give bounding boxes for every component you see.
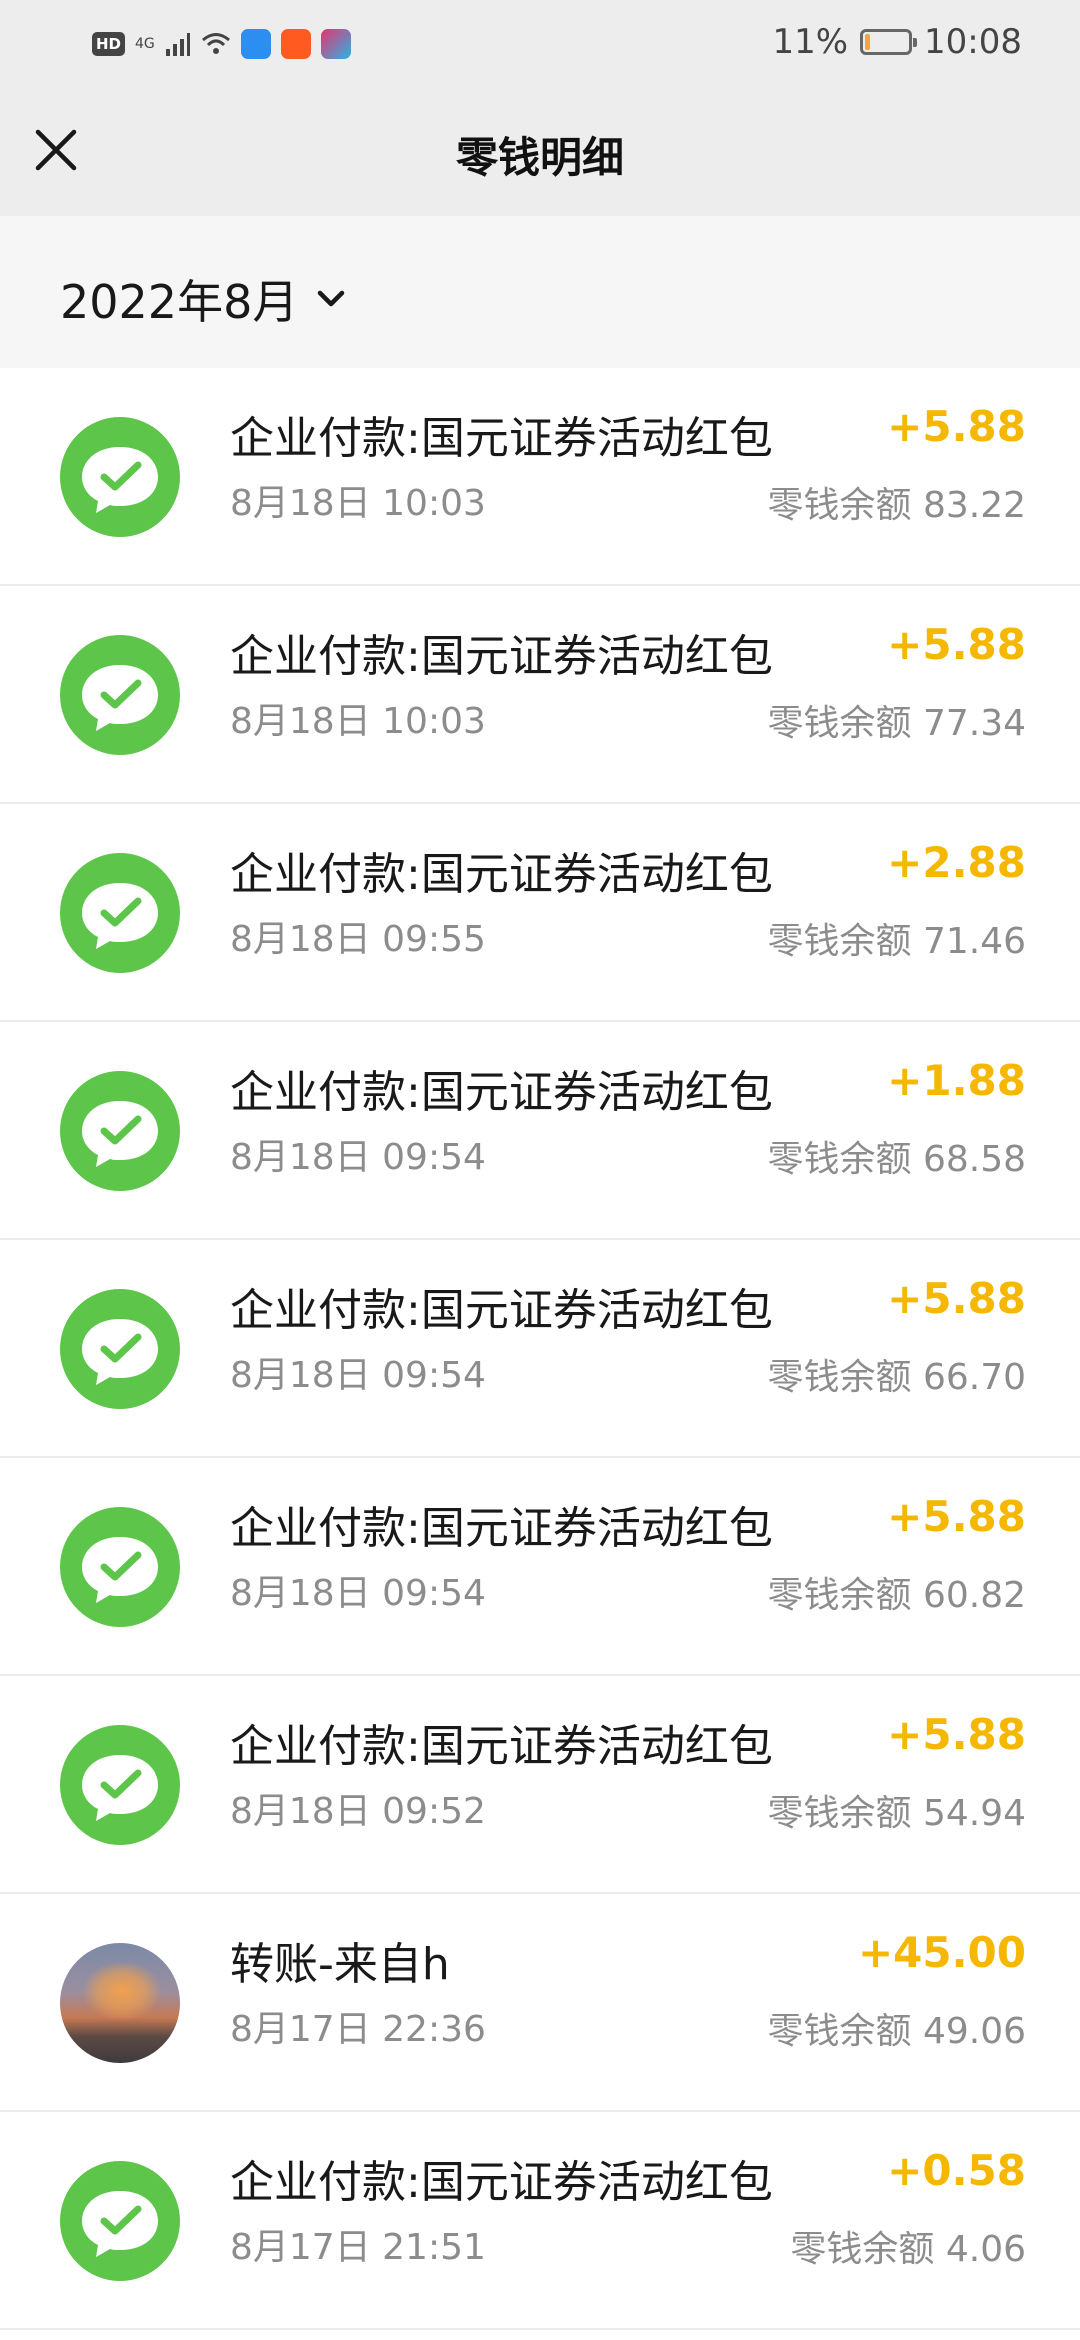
wechat-pay-icon — [60, 2161, 180, 2281]
app-notification-icon — [280, 29, 311, 59]
balance-label: 零钱余额 — [767, 485, 912, 526]
transaction-time: 8月18日 09:54 — [230, 1573, 486, 1614]
balance-text: 零钱余额 54.94 — [767, 1784, 1026, 1836]
battery-percent: 11% — [772, 22, 849, 62]
transaction-amount: +5.88 — [887, 1492, 1026, 1541]
transaction-title: 企业付款:国元证券活动红包 — [230, 1721, 773, 1772]
balance-label: 零钱余额 — [767, 1575, 912, 1616]
balance-text: 零钱余额 66.70 — [767, 1348, 1026, 1400]
wechat-pay-icon — [60, 1289, 180, 1409]
balance-value: 66.70 — [922, 1357, 1026, 1398]
balance-text: 零钱余额 60.82 — [767, 1566, 1026, 1618]
battery-icon — [860, 29, 918, 55]
transaction-list: 企业付款:国元证券活动红包 8月18日 10:03 +5.88 零钱余额 83.22 … — [0, 368, 1080, 2330]
transaction-title: 企业付款:国元证券活动红包 — [230, 413, 773, 464]
balance-value: 77.34 — [922, 703, 1026, 744]
balance-text: 零钱余额 83.22 — [767, 476, 1026, 528]
transaction-amount: +5.88 — [887, 402, 1026, 451]
balance-text: 零钱余额 68.58 — [767, 1130, 1026, 1182]
balance-value: 71.46 — [922, 921, 1026, 962]
transaction-title: 企业付款:国元证券活动红包 — [230, 1285, 773, 1336]
battery-fill — [865, 34, 871, 50]
avatar — [60, 1943, 180, 2063]
wechat-pay-icon — [60, 1071, 180, 1191]
transaction-title: 企业付款:国元证券活动红包 — [230, 849, 773, 900]
month-filter-bar: 2022年8月 — [0, 216, 1080, 368]
month-picker[interactable]: 2022年8月 — [60, 266, 346, 332]
balance-label: 零钱余额 — [767, 1357, 912, 1398]
balance-label: 零钱余额 — [767, 1139, 912, 1180]
transaction-row[interactable]: 企业付款:国元证券活动红包 8月18日 09:54 +5.88 零钱余额 66.70 — [0, 1240, 1080, 1458]
clock: 10:08 — [924, 22, 1022, 62]
balance-value: 49.06 — [922, 2011, 1026, 2052]
transaction-amount: +0.58 — [887, 2146, 1026, 2195]
wechat-pay-icon — [60, 417, 180, 537]
chevron-down-icon — [318, 290, 345, 307]
transaction-amount: +45.00 — [857, 1928, 1026, 1977]
wechat-pay-icon — [60, 635, 180, 755]
transaction-amount: +5.88 — [887, 1274, 1026, 1323]
transaction-row[interactable]: 企业付款:国元证券活动红包 8月18日 10:03 +5.88 零钱余额 83.22 — [0, 368, 1080, 586]
status-icons-right: 11% 10:08 — [772, 22, 1022, 62]
transaction-time: 8月18日 09:55 — [230, 919, 486, 960]
hd-indicator: HD — [92, 32, 126, 56]
status-icons-left: HD 4G — [92, 24, 351, 64]
transaction-title: 企业付款:国元证券活动红包 — [230, 2157, 773, 2208]
balance-text: 零钱余额 71.46 — [767, 912, 1026, 964]
balance-value: 4.06 — [945, 2229, 1026, 2270]
signal-icon — [165, 33, 190, 56]
transaction-row[interactable]: 企业付款:国元证券活动红包 8月17日 21:51 +0.58 零钱余额 4.06 — [0, 2112, 1080, 2330]
balance-value: 68.58 — [922, 1139, 1026, 1180]
transaction-amount: +5.88 — [887, 620, 1026, 669]
balance-label: 零钱余额 — [790, 2229, 935, 2270]
page-title: 零钱明细 — [455, 133, 624, 182]
transaction-time: 8月17日 21:51 — [230, 2227, 486, 2268]
balance-value: 54.94 — [922, 1793, 1026, 1834]
wechat-pay-icon — [60, 1507, 180, 1627]
transaction-amount: +5.88 — [887, 1710, 1026, 1759]
balance-value: 60.82 — [922, 1575, 1026, 1616]
transaction-row[interactable]: 企业付款:国元证券活动红包 8月18日 09:54 +1.88 零钱余额 68.58 — [0, 1022, 1080, 1240]
balance-label: 零钱余额 — [767, 2011, 912, 2052]
balance-label: 零钱余额 — [767, 703, 912, 744]
status-bar: HD 4G 11% 10:08 — [0, 0, 1080, 84]
app-notification-icon — [320, 29, 351, 59]
transaction-time: 8月18日 10:03 — [230, 701, 486, 742]
balance-text: 零钱余额 49.06 — [767, 2002, 1026, 2054]
balance-label: 零钱余额 — [767, 921, 912, 962]
wechat-pay-icon — [60, 853, 180, 973]
transaction-time: 8月18日 09:54 — [230, 1355, 486, 1396]
transaction-row[interactable]: 企业付款:国元证券活动红包 8月18日 09:54 +5.88 零钱余额 60.82 — [0, 1458, 1080, 1676]
transaction-row[interactable]: 企业付款:国元证券活动红包 8月18日 09:55 +2.88 零钱余额 71.46 — [0, 804, 1080, 1022]
transaction-title: 转账-来自h — [230, 1939, 450, 1990]
wechat-pay-icon — [60, 1725, 180, 1845]
balance-value: 83.22 — [922, 485, 1026, 526]
balance-text: 零钱余额 77.34 — [767, 694, 1026, 746]
transaction-time: 8月18日 09:52 — [230, 1791, 486, 1832]
transaction-row[interactable]: 企业付款:国元证券活动红包 8月18日 09:52 +5.88 零钱余额 54.94 — [0, 1676, 1080, 1894]
transaction-amount: +2.88 — [887, 838, 1026, 887]
balance-label: 零钱余额 — [767, 1793, 912, 1834]
transaction-row[interactable]: 企业付款:国元证券活动红包 8月18日 10:03 +5.88 零钱余额 77.34 — [0, 586, 1080, 804]
transaction-time: 8月18日 09:54 — [230, 1137, 486, 1178]
transaction-title: 企业付款:国元证券活动红包 — [230, 1503, 773, 1554]
transaction-amount: +1.88 — [887, 1056, 1026, 1105]
wifi-icon — [201, 33, 230, 54]
month-label: 2022年8月 — [60, 275, 299, 329]
transaction-title: 企业付款:国元证券活动红包 — [230, 631, 773, 682]
transaction-time: 8月18日 10:03 — [230, 483, 486, 524]
network-type: 4G — [135, 36, 155, 52]
transaction-title: 企业付款:国元证券活动红包 — [230, 1067, 773, 1118]
transaction-row[interactable]: 转账-来自h 8月17日 22:36 +45.00 零钱余额 49.06 — [0, 1894, 1080, 2112]
balance-text: 零钱余额 4.06 — [790, 2220, 1026, 2272]
transaction-time: 8月17日 22:36 — [230, 2009, 486, 2050]
nav-bar: 零钱明细 — [0, 84, 1080, 216]
app-notification-icon — [240, 29, 271, 59]
